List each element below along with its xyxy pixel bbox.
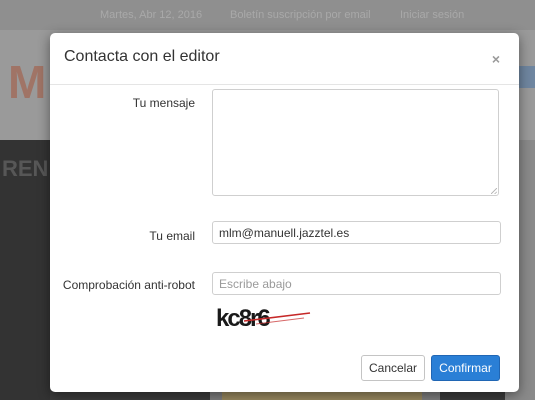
dialog-header: Contacta con el editor × [50, 33, 519, 85]
background-logo: M [8, 56, 47, 108]
confirm-button[interactable]: Confirmar [431, 355, 500, 381]
cancel-button[interactable]: Cancelar [361, 355, 425, 381]
close-icon[interactable]: × [486, 49, 506, 69]
background-date: Martes, Abr 12, 2016 [100, 9, 203, 21]
captcha-input[interactable] [212, 272, 501, 295]
background-topbar: Martes, Abr 12, 2016 Boletín suscripción… [0, 0, 535, 30]
email-field[interactable] [212, 221, 501, 244]
message-label: Tu mensaje [132, 96, 195, 110]
background-subscribe-link: Boletín suscripción por email [230, 9, 371, 21]
contact-editor-dialog: Contacta con el editor × Tu mensaje Tu e… [50, 33, 519, 392]
email-label: Tu email [149, 229, 195, 243]
dialog-title: Contacta con el editor [64, 48, 220, 65]
captcha-image: kc8r6 [216, 305, 311, 332]
message-textarea[interactable] [212, 89, 499, 196]
captcha-label: Comprobación anti-robot [62, 278, 195, 292]
background-login-link: Iniciar sesión [400, 9, 465, 21]
resize-grip-icon[interactable] [491, 188, 497, 194]
